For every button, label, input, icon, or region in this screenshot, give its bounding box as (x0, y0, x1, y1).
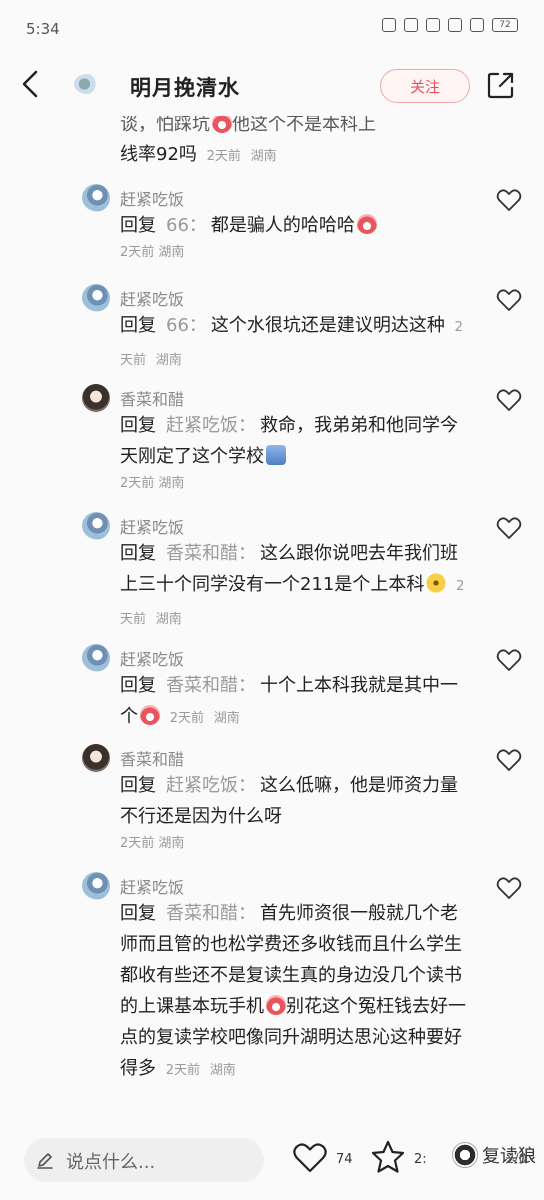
wifi-icon (470, 18, 484, 32)
comment-body[interactable]: 回复 香菜和醋： 这么跟你说吧去年我们班上三十个同学没有一个211是个上本科 2天前… (120, 538, 470, 635)
comment-username[interactable]: 赶紧吃饭 (120, 286, 184, 310)
reply-label: 回复 (120, 903, 156, 924)
comment-username[interactable]: 赶紧吃饭 (120, 874, 184, 898)
user-avatar[interactable] (82, 512, 110, 540)
comment-location: 湖南 (158, 476, 185, 491)
comment-body[interactable]: 回复 66： 这个水很坑还是建议明达这种 2天前 湖南 (120, 310, 470, 376)
comment-body[interactable]: 回复 香菜和醋： 十个上本科我就是其中一个 2天前 湖南 (120, 670, 470, 734)
comment-body[interactable]: 回复 66： 都是骗人的哈哈哈 2天前 湖南 (120, 210, 470, 265)
comment-time: 2天前 (120, 836, 155, 851)
reply-target: 香菜和醋： (166, 675, 256, 696)
signal-icon (448, 18, 462, 32)
pencil-icon (37, 1153, 53, 1169)
bluetooth-icon (404, 18, 418, 32)
heart-icon[interactable] (496, 648, 522, 672)
comment-time: 2天前 (169, 711, 205, 726)
comment-location: 湖南 (155, 612, 182, 627)
comment-text: 都是骗人的哈哈哈 (210, 215, 355, 236)
watermark-logo-icon (452, 1142, 478, 1168)
comment-username[interactable]: 香菜和醋 (120, 746, 184, 770)
face-emoji-icon (426, 573, 447, 593)
heart-icon[interactable] (496, 748, 522, 772)
sad-emoji-icon (266, 445, 286, 465)
comment-body[interactable]: 回复 赶紧吃饭： 这么低嘛，他是师资力量不行还是因为什么呀 2天前 湖南 (120, 770, 470, 856)
comment-list[interactable]: 谈，怕踩坑 他这个不是本科上 线率92吗 2天前 湖南 赶紧吃饭 回复 66： 都是骗… (0, 116, 544, 1128)
comment-input-placeholder: 说点什么... (66, 1152, 156, 1173)
user-avatar[interactable] (82, 384, 110, 412)
face-emoji-icon (140, 705, 160, 725)
reply-label: 回复 (120, 775, 156, 796)
comment-location: 湖南 (155, 353, 182, 368)
reply-target: 66： (166, 215, 207, 236)
partial-comment-line2: 线率92吗 2天前 湖南 (120, 144, 277, 165)
face-emoji-icon (356, 214, 377, 234)
comment-username[interactable]: 赶紧吃饭 (120, 186, 184, 210)
comment-location: 湖南 (250, 149, 277, 164)
reply-label: 回复 (120, 675, 156, 696)
comment-username[interactable]: 赶紧吃饭 (120, 646, 184, 670)
share-icon[interactable] (486, 70, 516, 100)
reply-target: 香菜和醋： (166, 543, 256, 564)
heart-icon[interactable] (496, 516, 522, 540)
comment-body[interactable]: 回复 香菜和醋： 首先师资很一般就几个老师而且管的也松学费还多收钱而且什么学生都收有… (120, 898, 470, 1086)
comment-time: 2天前 (206, 149, 241, 164)
author-name[interactable]: 明月挽清水 (130, 72, 240, 102)
heart-icon[interactable] (496, 388, 522, 412)
user-avatar[interactable] (82, 284, 110, 312)
face-emoji-icon (212, 116, 232, 133)
comment-input[interactable]: 说点什么... (24, 1138, 264, 1182)
bottom-bar: 说点什么... 74 2: 复读狼 2/0 (0, 1128, 544, 1200)
reply-label: 回复 (120, 315, 156, 336)
comment-meta: 2天前 湖南 (120, 472, 470, 496)
status-bar: 5:34 72 (0, 0, 544, 56)
comment-time: 2天前 (120, 245, 155, 260)
author-avatar[interactable] (74, 74, 100, 94)
status-icons: 72 (382, 18, 518, 32)
comment-username[interactable]: 赶紧吃饭 (120, 514, 184, 538)
like-count: 74 (336, 1152, 353, 1167)
comment-body[interactable]: 回复 赶紧吃饭： 救命，我弟弟和他同学今天刚定了这个学校 2天前 湖南 (120, 410, 470, 496)
comment-text: 这个水很坑还是建议明达这种 (210, 315, 445, 336)
partial-comment-line1: 谈，怕踩坑 他这个不是本科上 (120, 116, 480, 140)
heart-icon[interactable] (496, 288, 522, 312)
nfc-icon (382, 18, 396, 32)
status-time: 5:34 (26, 20, 60, 38)
reply-target: 赶紧吃饭： (166, 775, 256, 796)
reply-target: 赶紧吃饭： (166, 415, 256, 436)
comment-meta: 2天前 湖南 (120, 832, 470, 856)
comment-location: 湖南 (158, 836, 185, 851)
mute-icon (426, 18, 440, 32)
comment-meta: 2天前 湖南 (120, 241, 470, 265)
comment-count: 2/0 (506, 1152, 527, 1167)
battery-icon: 72 (492, 18, 518, 32)
comment-location: 湖南 (209, 1063, 236, 1078)
user-avatar[interactable] (82, 184, 110, 212)
reply-target: 香菜和醋： (166, 903, 256, 924)
comment-username[interactable]: 香菜和醋 (120, 386, 184, 410)
user-avatar[interactable] (82, 744, 110, 772)
star-count: 2: (414, 1152, 427, 1167)
user-avatar[interactable] (82, 644, 110, 672)
comment-time: 2天前 (165, 1063, 201, 1078)
reply-label: 回复 (120, 543, 156, 564)
back-arrow-icon[interactable] (16, 68, 48, 100)
comment-location: 湖南 (158, 245, 185, 260)
face-emoji-icon (266, 995, 286, 1015)
reply-label: 回复 (120, 415, 156, 436)
partial-comment: 谈，怕踩坑 他这个不是本科上 线率92吗 2天前 湖南 (120, 116, 480, 172)
reply-label: 回复 (120, 215, 156, 236)
follow-button[interactable]: 关注 (380, 69, 470, 103)
like-heart-icon[interactable] (292, 1142, 328, 1174)
user-avatar[interactable] (82, 872, 110, 900)
reply-target: 66： (166, 315, 207, 336)
heart-icon[interactable] (496, 188, 522, 212)
heart-icon[interactable] (496, 876, 522, 900)
comment-time: 2天前 (120, 476, 155, 491)
comment-location: 湖南 (213, 711, 240, 726)
header: 明月挽清水 关注 (0, 56, 544, 116)
star-icon[interactable] (370, 1140, 406, 1174)
